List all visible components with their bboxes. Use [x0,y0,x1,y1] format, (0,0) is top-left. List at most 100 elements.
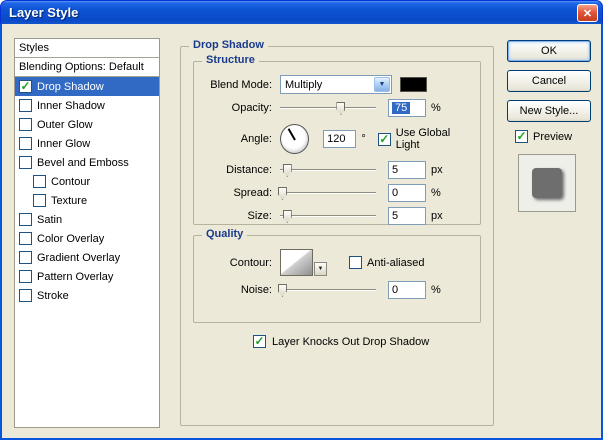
slider-thumb[interactable] [336,102,346,115]
slider-track [280,169,376,171]
style-label: Drop Shadow [37,80,104,93]
angle-value: 120 [327,133,346,145]
slider-track [280,192,376,194]
distance-field[interactable]: 5 [388,161,426,179]
spread-field[interactable]: 0 [388,184,426,202]
contour-row: Contour: ▼ Anti-aliased [198,249,474,276]
opacity-label: Opacity: [231,102,272,114]
sidebar-item-inner-shadow[interactable]: Inner Shadow [15,96,159,115]
drop-shadow-group-title: Drop Shadow [189,39,268,51]
sidebar-item-color-overlay[interactable]: Color Overlay [15,229,159,248]
noise-field[interactable]: 0 [388,281,426,299]
opacity-field[interactable]: 75 [388,99,426,117]
angle-label: Angle: [240,133,272,145]
anti-aliased-check[interactable]: Anti-aliased [349,256,424,269]
knockout-checkbox[interactable]: ✓ [253,335,266,348]
slider-thumb[interactable] [282,164,292,177]
sidebar-item-drop-shadow[interactable]: ✓ Drop Shadow [15,77,159,96]
slider-thumb[interactable] [277,284,287,297]
use-global-light-label: Use Global Light [395,127,451,151]
sidebar-item-satin[interactable]: Satin [15,210,159,229]
style-checkbox[interactable] [33,194,46,207]
blend-mode-select[interactable]: Multiply ▼ [280,75,392,94]
blend-mode-value: Multiply [285,78,323,91]
knockout-check[interactable]: ✓ Layer Knocks Out Drop Shadow [253,335,429,348]
contour-dropdown-icon[interactable]: ▼ [314,262,327,276]
title-bar[interactable]: Layer Style ✕ [0,0,603,24]
style-checkbox[interactable] [19,156,32,169]
sidebar-item-outer-glow[interactable]: Outer Glow [15,115,159,134]
style-label: Bevel and Emboss [37,156,129,169]
style-checkbox[interactable] [19,270,32,283]
distance-slider[interactable] [280,162,376,178]
preview-check[interactable]: ✓ Preview [515,130,572,143]
shadow-color-swatch[interactable] [400,77,427,92]
use-global-light-checkbox[interactable]: ✓ [377,132,391,146]
sidebar-item-styles[interactable]: Styles [15,39,159,58]
style-label: Styles [19,42,49,54]
noise-unit: % [431,284,441,296]
sidebar-item-stroke[interactable]: Stroke [15,286,159,305]
new-style-button[interactable]: New Style... [507,100,591,122]
distance-value: 5 [392,164,399,176]
blend-mode-row: Blend Mode: Multiply ▼ [198,75,474,94]
style-checkbox[interactable] [19,251,32,264]
sidebar-item-contour[interactable]: Contour [15,172,159,191]
dialog-body: Styles Blending Options: Default ✓ Drop Sha… [0,24,603,440]
preview-label: Preview [533,130,573,143]
sidebar-item-gradient-overlay[interactable]: Gradient Overlay [15,248,159,267]
preview-checkbox[interactable]: ✓ [515,130,528,143]
distance-unit: px [431,164,443,176]
noise-row: Noise: 0 % [198,281,474,299]
size-slider[interactable] [280,208,376,224]
opacity-slider[interactable] [280,100,376,116]
style-preview-thumbnail [532,168,562,198]
noise-label: Noise: [240,284,272,296]
quality-group-title: Quality [202,228,248,240]
spread-slider[interactable] [277,185,376,201]
anti-aliased-checkbox[interactable] [349,256,362,269]
cancel-button[interactable]: Cancel [507,70,591,92]
opacity-unit: % [431,102,441,114]
sidebar-item-inner-glow[interactable]: Inner Glow [15,134,159,153]
angle-field[interactable]: 120 [323,130,357,148]
slider-thumb[interactable] [282,210,292,223]
sidebar-item-blending-options-default[interactable]: Blending Options: Default [15,58,159,77]
sidebar-item-pattern-overlay[interactable]: Pattern Overlay [15,267,159,286]
slider-thumb[interactable] [277,187,287,200]
opacity-row: Opacity: 75 % [198,99,474,117]
style-checkbox[interactable] [33,175,46,188]
chevron-down-icon[interactable]: ▼ [374,77,390,92]
slider-track [280,289,376,291]
style-checkbox[interactable] [19,118,32,131]
angle-dial[interactable] [280,124,310,154]
spread-unit: % [431,187,441,199]
style-checkbox[interactable] [19,137,32,150]
size-field[interactable]: 5 [388,207,426,225]
sidebar-item-texture[interactable]: Texture [15,191,159,210]
style-label: Texture [51,194,88,207]
contour-thumbnail[interactable] [280,249,313,276]
style-checkbox[interactable] [19,213,32,226]
spread-row: Spread: 0 % [198,184,474,202]
style-checkbox[interactable] [19,232,32,245]
style-checkbox[interactable] [19,289,32,302]
contour-picker[interactable]: ▼ [280,249,327,276]
angle-row: Angle: 120 ° ✓ Use Global Light [198,122,474,156]
close-icon[interactable]: ✕ [577,4,598,22]
noise-slider[interactable] [277,282,376,298]
drop-shadow-group: Drop Shadow Structure Blend Mode: Multip… [180,39,494,426]
knockout-label: Layer Knocks Out Drop Shadow [272,335,430,348]
style-label: Pattern Overlay [37,270,114,283]
spread-label: Spread: [233,187,272,199]
style-checkbox[interactable] [19,99,32,112]
sidebar-item-bevel-and-emboss[interactable]: Bevel and Emboss [15,153,159,172]
style-checkbox[interactable]: ✓ [19,80,32,93]
style-label: Outer Glow [37,118,93,131]
ok-button[interactable]: OK [507,40,591,62]
use-global-light-check[interactable]: ✓ Use Global Light [377,127,474,151]
layer-style-dialog: Layer Style ✕ Styles Blending Options: De… [0,0,603,440]
size-value: 5 [392,210,399,222]
style-label: Contour [51,175,91,188]
style-label: Inner Shadow [37,99,105,112]
